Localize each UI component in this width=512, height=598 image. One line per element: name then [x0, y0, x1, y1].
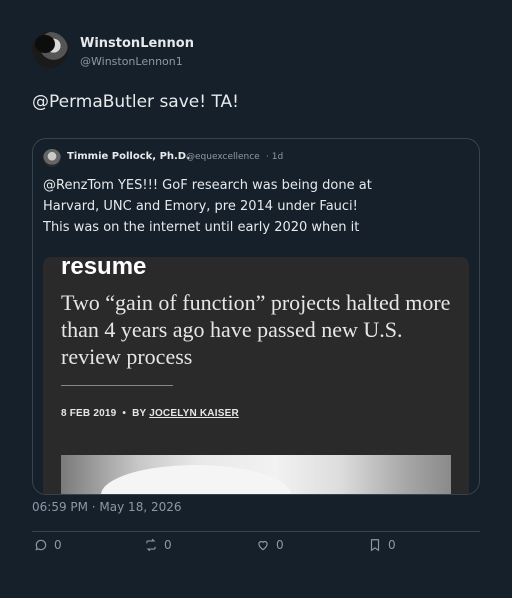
image-overline: resume [61, 257, 147, 280]
retweet-icon [146, 538, 156, 552]
quoted-author-handle: @equexcellence [186, 152, 260, 162]
author-name[interactable]: WinstonLennon [80, 36, 194, 51]
image-rule [61, 385, 173, 386]
quoted-text: @RenzTom YES!!! GoF research was being d… [43, 178, 372, 235]
like-button[interactable]: 0 [256, 538, 284, 552]
quoted-avatar [43, 149, 61, 167]
quoted-image[interactable]: resume Two “gain of function” projects h… [43, 257, 469, 494]
bookmark-icon [370, 539, 380, 552]
image-separator: • [122, 408, 127, 419]
reply-icon [35, 539, 47, 551]
quoted-time: · 1d [266, 152, 284, 162]
reply-button[interactable]: 0 [34, 538, 62, 552]
heart-icon [258, 540, 268, 551]
quoted-author-name: Timmie Pollock, Ph.D. [67, 151, 190, 162]
reply-count: 0 [54, 538, 62, 552]
divider [32, 531, 480, 532]
author-handle[interactable]: @WinstonLennon1 [80, 55, 183, 68]
retweet-button[interactable]: 0 [144, 538, 172, 552]
image-date: 8 FEB 2019 [61, 408, 117, 419]
image-author: JOCELYN KAISER [149, 408, 239, 419]
bookmark-count: 0 [388, 538, 396, 552]
quoted-tweet[interactable]: Timmie Pollock, Ph.D. @equexcellence · 1… [32, 138, 480, 495]
bookmark-button[interactable]: 0 [368, 538, 396, 552]
image-headline: Two “gain of function” projects halted m… [61, 290, 451, 369]
image-meta: 8 FEB 2019 • BY JOCELYN KAISER [61, 408, 239, 419]
timestamp[interactable]: 06:59 PM · May 18, 2026 [32, 500, 182, 514]
image-by: BY [132, 408, 147, 419]
avatar[interactable] [32, 32, 68, 68]
tweet-text: @PermaButler save! TA! [32, 92, 239, 112]
image-photo [61, 455, 451, 494]
like-count: 0 [276, 538, 284, 552]
retweet-count: 0 [164, 538, 172, 552]
